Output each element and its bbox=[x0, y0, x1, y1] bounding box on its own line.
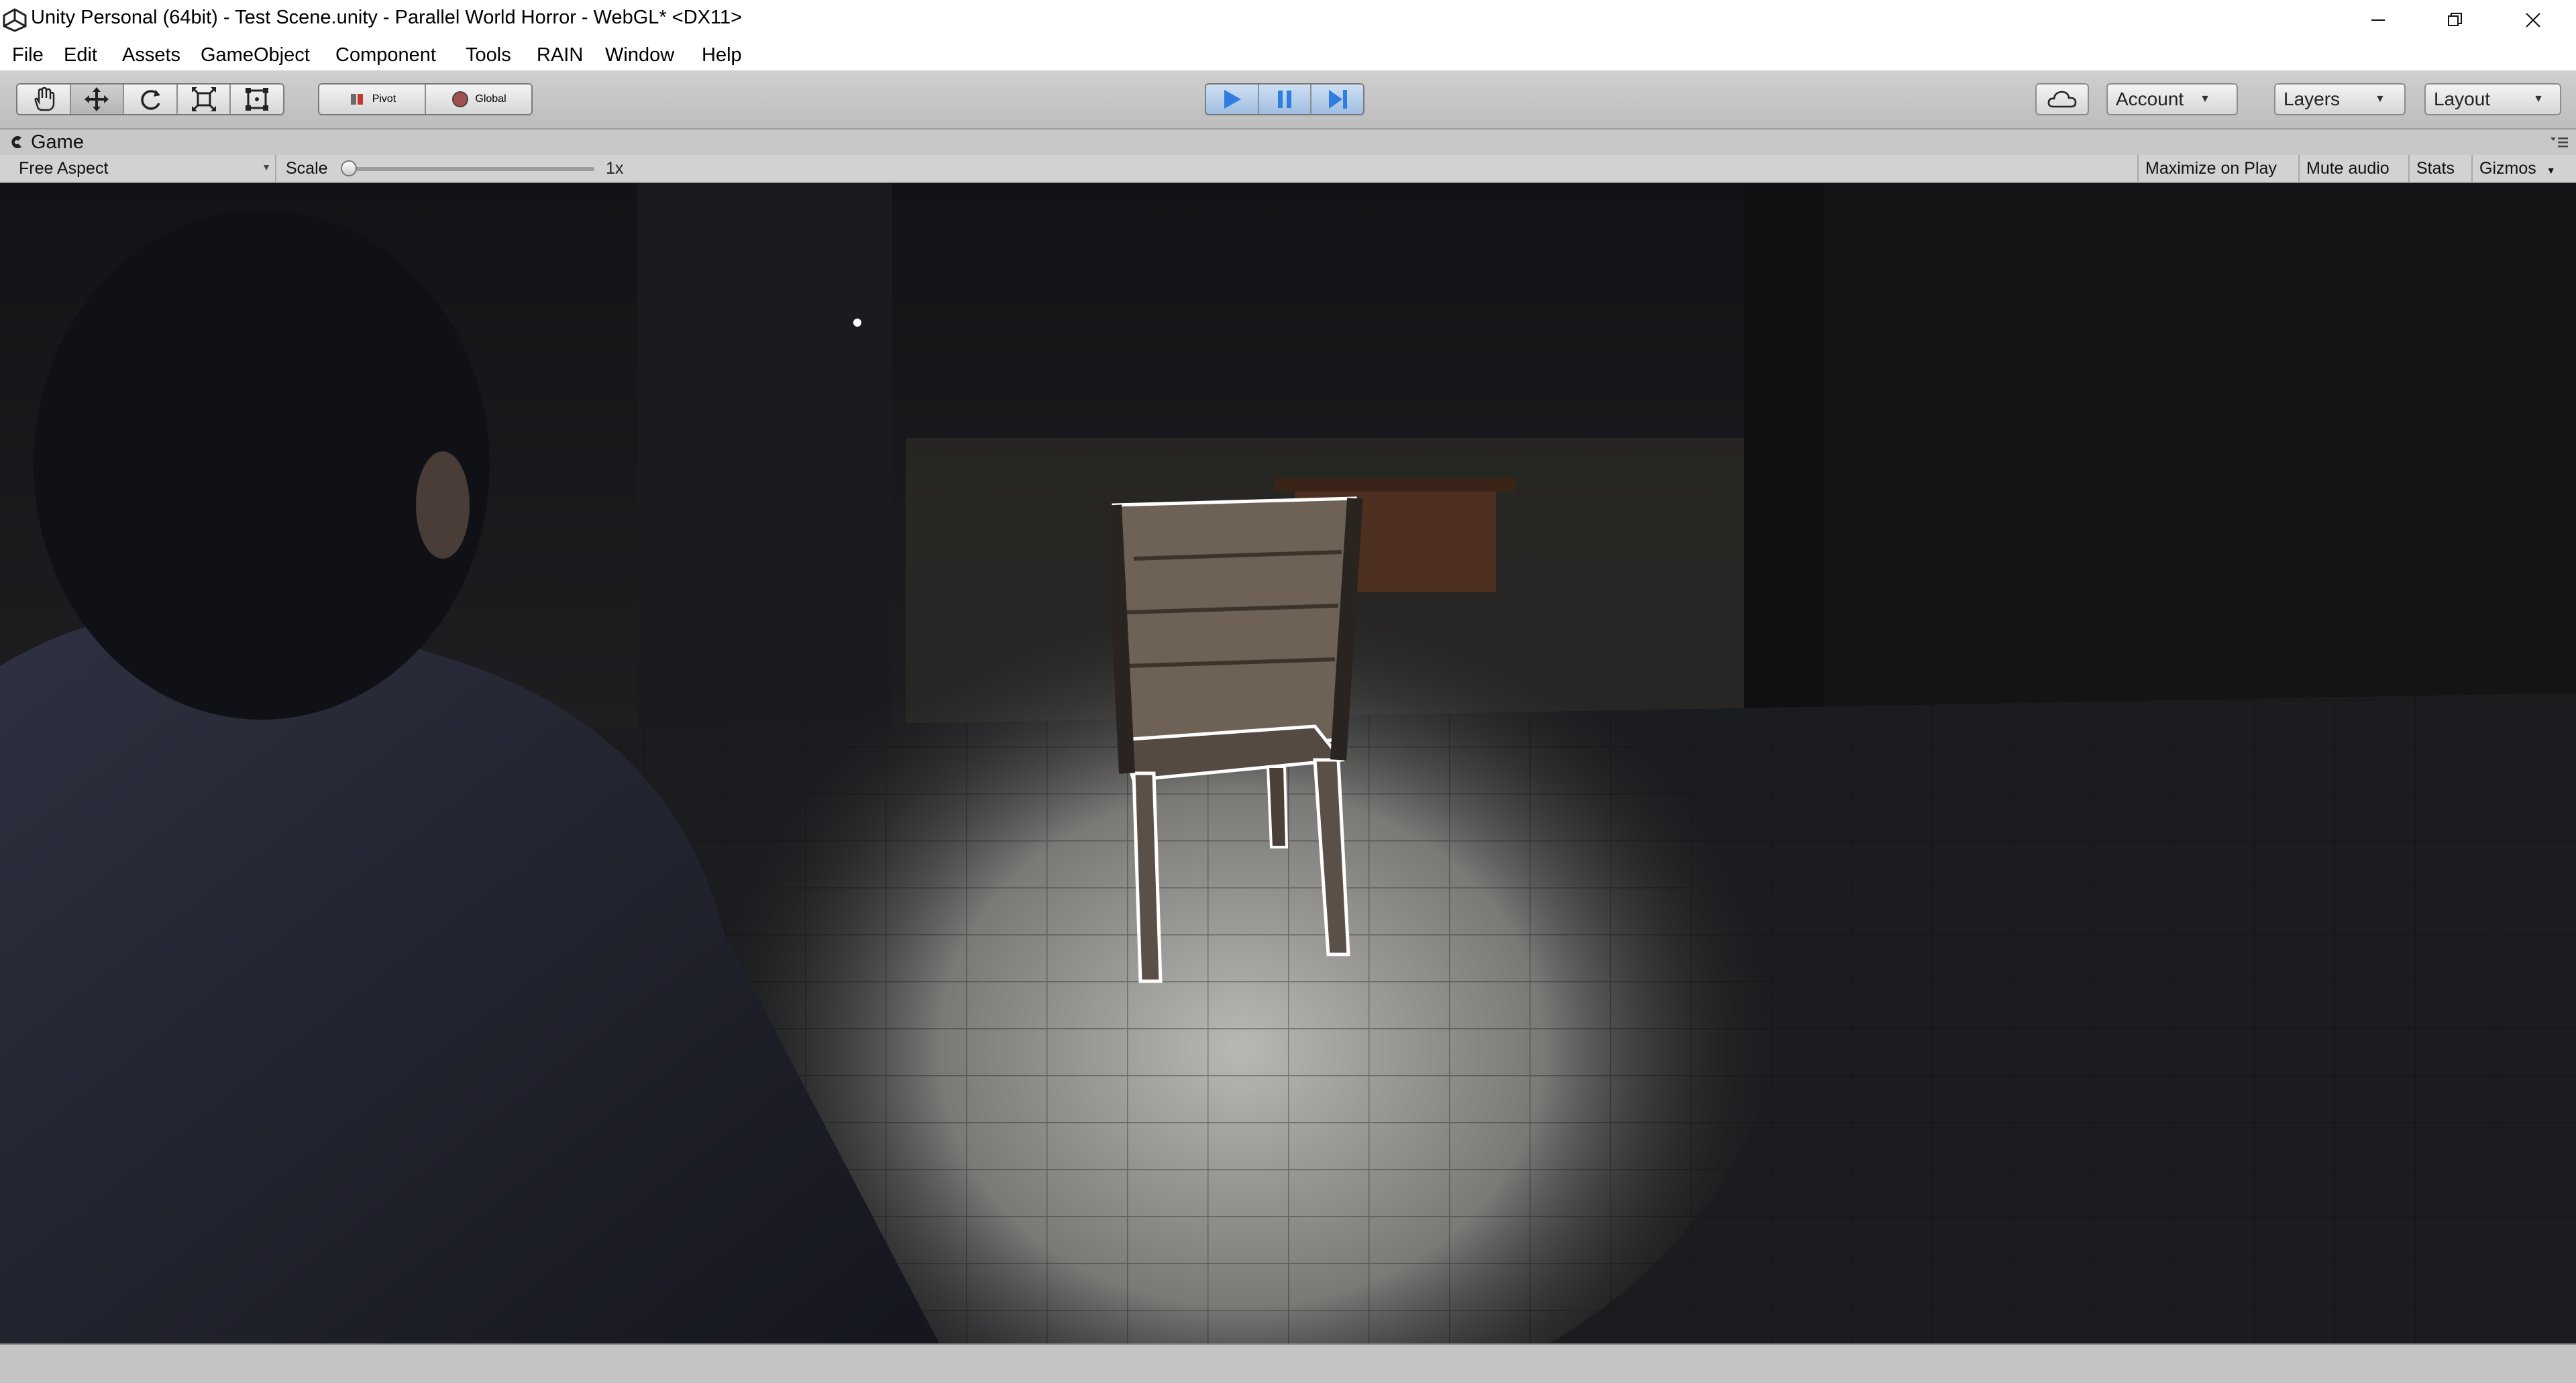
gizmos-dropdown-arrow-icon: ▼ bbox=[2546, 165, 2556, 176]
account-dropdown[interactable]: Account ▼ bbox=[2106, 83, 2238, 115]
global-icon bbox=[452, 91, 469, 107]
rotate-tool-button[interactable] bbox=[124, 85, 178, 114]
right-wall bbox=[1825, 183, 2576, 773]
pivot-label: Pivot bbox=[372, 93, 396, 105]
layers-dropdown-arrow-icon: ▼ bbox=[2375, 93, 2385, 105]
tab-game[interactable]: Game bbox=[8, 129, 84, 155]
game-tab-bar: Game bbox=[0, 129, 2576, 155]
step-icon bbox=[1328, 90, 1347, 109]
maximize-on-play-toggle[interactable]: Maximize on Play bbox=[2137, 155, 2284, 182]
menu-bar: File Edit Assets GameObject Component To… bbox=[0, 40, 2576, 70]
layout-label: Layout bbox=[2434, 89, 2491, 109]
player-head bbox=[34, 210, 490, 720]
unity-logo-icon bbox=[3, 8, 27, 32]
scale-slider-thumb[interactable] bbox=[341, 160, 357, 176]
game-view-icon bbox=[11, 136, 21, 148]
scale-label: Scale bbox=[286, 159, 328, 178]
menu-assets[interactable]: Assets bbox=[122, 40, 180, 70]
cloud-icon bbox=[2047, 91, 2077, 108]
pause-button[interactable] bbox=[1258, 85, 1312, 114]
menu-rain[interactable]: RAIN bbox=[537, 40, 583, 70]
game-viewport[interactable] bbox=[0, 183, 2576, 1343]
chair-leg-front-left bbox=[1132, 771, 1163, 983]
account-dropdown-arrow-icon: ▼ bbox=[2200, 93, 2211, 105]
minimize-icon bbox=[2371, 19, 2385, 21]
rect-tool-icon bbox=[246, 88, 269, 111]
step-button[interactable] bbox=[1311, 85, 1363, 114]
hand-tool-icon bbox=[34, 87, 54, 111]
main-toolbar: Pivot Global Account ▼ Layers ▼ Layout ▼ bbox=[0, 70, 2576, 129]
menu-tools[interactable]: Tools bbox=[466, 40, 511, 70]
move-tool-button[interactable] bbox=[70, 85, 125, 114]
menu-component[interactable]: Component bbox=[335, 40, 436, 70]
window-title-bar: Unity Personal (64bit) - Test Scene.unit… bbox=[0, 0, 2576, 40]
background-desk-top bbox=[1275, 478, 1516, 492]
layout-dropdown[interactable]: Layout ▼ bbox=[2424, 83, 2561, 115]
close-icon bbox=[2526, 12, 2540, 27]
game-view-controls: Free Aspect ▼ Scale 1x Maximize on Play … bbox=[0, 155, 2576, 183]
transform-tools bbox=[16, 83, 284, 115]
play-icon bbox=[1224, 90, 1242, 109]
player-ear bbox=[416, 451, 470, 559]
chair-leg-back bbox=[1266, 765, 1289, 848]
rotate-tool-icon bbox=[141, 90, 160, 110]
hand-tool-button[interactable] bbox=[17, 85, 71, 114]
scale-slider-track[interactable] bbox=[349, 167, 594, 171]
aspect-label: Free Aspect bbox=[19, 158, 109, 178]
menu-gameobject[interactable]: GameObject bbox=[201, 40, 310, 70]
menu-file[interactable]: File bbox=[12, 40, 44, 70]
aspect-dropdown[interactable]: Free Aspect ▼ bbox=[0, 155, 276, 182]
scale-value: 1x bbox=[606, 159, 624, 178]
gizmos-dropdown[interactable]: Gizmos ▼ bbox=[2471, 155, 2576, 182]
layout-dropdown-arrow-icon: ▼ bbox=[2533, 93, 2544, 105]
menu-edit[interactable]: Edit bbox=[64, 40, 97, 70]
minimize-button[interactable] bbox=[2341, 0, 2416, 40]
pivot-toggle[interactable]: Pivot bbox=[319, 85, 426, 114]
playback-controls bbox=[1205, 83, 1364, 115]
global-label: Global bbox=[475, 93, 506, 105]
gizmos-label: Gizmos bbox=[2479, 159, 2536, 178]
account-label: Account bbox=[2116, 89, 2184, 109]
layers-label: Layers bbox=[2284, 89, 2341, 109]
menu-window[interactable]: Window bbox=[605, 40, 674, 70]
scale-tool-button[interactable] bbox=[177, 85, 231, 114]
menu-help[interactable]: Help bbox=[702, 40, 742, 70]
global-toggle[interactable]: Global bbox=[426, 85, 531, 114]
play-button[interactable] bbox=[1206, 85, 1259, 114]
chair-backrest bbox=[1112, 496, 1357, 762]
close-button[interactable] bbox=[2496, 0, 2571, 40]
pivot-icon bbox=[350, 94, 363, 105]
layers-dropdown[interactable]: Layers ▼ bbox=[2274, 83, 2406, 115]
aspect-dropdown-arrow-icon: ▼ bbox=[262, 162, 271, 172]
status-bar bbox=[0, 1343, 2576, 1383]
scale-tool-icon bbox=[191, 87, 216, 112]
restore-button[interactable] bbox=[2418, 0, 2493, 40]
move-tool-icon bbox=[85, 87, 109, 111]
light-fleck bbox=[853, 319, 861, 327]
pivot-group: Pivot Global bbox=[318, 83, 533, 115]
rect-tool-button[interactable] bbox=[231, 85, 283, 114]
game-scene bbox=[0, 183, 2576, 1343]
stats-toggle[interactable]: Stats bbox=[2408, 155, 2461, 182]
mute-audio-toggle[interactable]: Mute audio bbox=[2298, 155, 2396, 182]
panel-menu-icon[interactable] bbox=[2549, 135, 2569, 150]
pause-icon bbox=[1278, 91, 1291, 108]
cloud-button[interactable] bbox=[2035, 83, 2089, 115]
restore-icon bbox=[2448, 12, 2462, 26]
tab-game-label: Game bbox=[31, 131, 84, 153]
window-title: Unity Personal (64bit) - Test Scene.unit… bbox=[31, 7, 743, 28]
wall-pillar bbox=[1744, 183, 1825, 753]
